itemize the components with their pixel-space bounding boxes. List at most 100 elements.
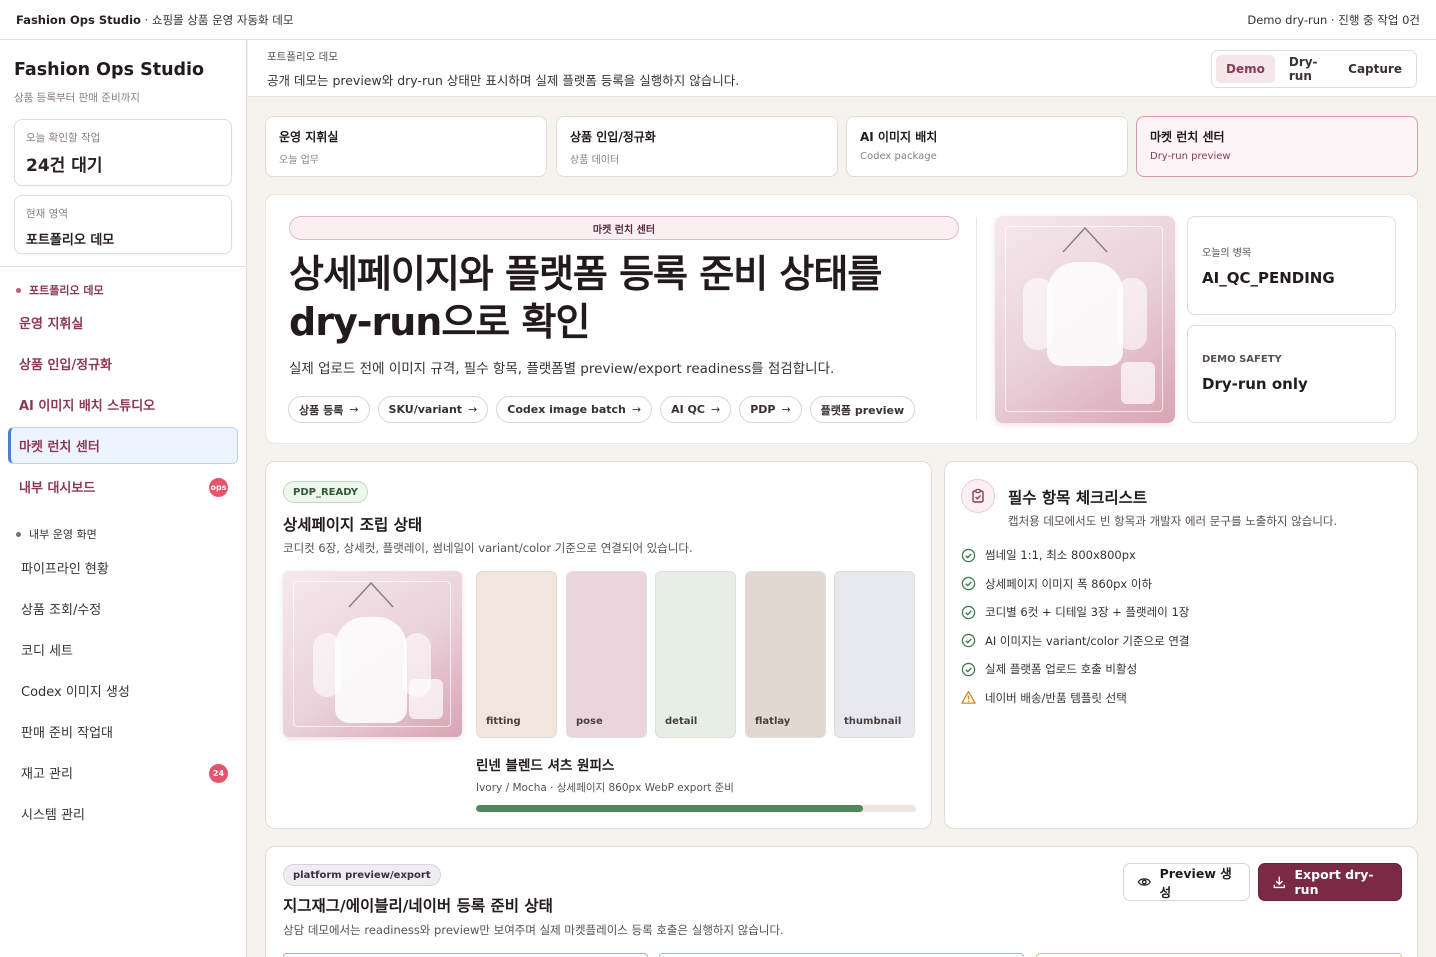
garment-body	[1047, 262, 1123, 366]
platform-description: 상담 데모에서는 readiness와 preview만 보여주며 실제 마켓플…	[283, 923, 784, 937]
current-area-label: 현재 영역	[26, 208, 68, 220]
demo-safety-label: DEMO SAFETY	[1202, 354, 1282, 365]
product-name: 린넨 블렌드 셔츠 원피스	[476, 758, 615, 774]
topbar-brand-name: Fashion Ops Studio	[16, 12, 141, 27]
mode-dryrun-button[interactable]: Dry-run	[1279, 55, 1334, 83]
bottleneck-value: AI_QC_PENDING	[1202, 269, 1335, 287]
nav-card-market-launch[interactable]: 마켓 런치 센터 Dry-run preview	[1136, 116, 1418, 177]
sidebar-item-system[interactable]: 시스템 관리	[8, 795, 238, 832]
swatch-pose[interactable]: pose	[566, 571, 647, 738]
hero-title-line2: dry-run으로 확인	[289, 300, 590, 344]
sidebar-item-codex-image[interactable]: Codex 이미지 생성	[8, 672, 238, 709]
preview-button-label: Preview 생성	[1159, 866, 1232, 900]
chip-product-register[interactable]: 상품 등록 →	[288, 396, 370, 423]
warning-icon	[961, 690, 976, 705]
sidebar-item-label: 운영 지휘실	[19, 317, 84, 332]
mode-capture-button[interactable]: Capture	[1338, 55, 1412, 83]
nav-card-title: AI 이미지 배치	[860, 130, 938, 144]
today-tasks-label: 오늘 확인할 작업	[26, 132, 101, 144]
chip-pdp[interactable]: PDP →	[739, 396, 802, 423]
sidebar-item-label: 상품 인입/정규화	[19, 358, 112, 373]
sidebar-item-label: AI 이미지 배치 스튜디오	[19, 399, 156, 414]
hero-pill: 마켓 런치 센터	[289, 216, 959, 240]
swatch-detail[interactable]: detail	[655, 571, 736, 738]
nav-card-product-intake[interactable]: 상품 인입/정규화 상품 데이터	[556, 116, 838, 177]
swatch-fitting[interactable]: fitting	[476, 571, 557, 738]
ops-badge: ops	[209, 478, 228, 497]
checklist-item: 썸네일 1:1, 최소 800x800px	[961, 547, 1136, 563]
sidebar-item-product-search[interactable]: 상품 조회/수정	[8, 590, 238, 627]
sidebar-divider	[0, 266, 247, 267]
arrow-right-icon: →	[781, 403, 791, 416]
arrow-right-icon: →	[468, 403, 478, 416]
top-bar: Fashion Ops Studio · 쇼핑몰 상품 운영 자동화 데모 De…	[0, 0, 1436, 40]
mode-switch: Demo Dry-run Capture	[1211, 50, 1417, 88]
sidebar-item-sales-workbench[interactable]: 판매 준비 작업대	[8, 713, 238, 750]
page-header: 포트폴리오 데모 공개 데모는 preview와 dry-run 상태만 표시하…	[248, 40, 1436, 97]
sidebar: Fashion Ops Studio 상품 등록부터 판매 준비까지 오늘 확인…	[0, 40, 247, 957]
sidebar-subtitle: 상품 등록부터 판매 준비까지	[14, 92, 140, 104]
checklist-item: 실제 플랫폼 업로드 호출 비활성	[961, 661, 1137, 677]
sidebar-item-ai-image-studio[interactable]: AI 이미지 배치 스튜디오	[8, 386, 238, 423]
pdp-title: 상세페이지 조립 상태	[283, 516, 423, 534]
check-circle-icon	[961, 633, 976, 648]
chip-ai-qc[interactable]: AI QC →	[660, 396, 732, 423]
sidebar-item-market-launch[interactable]: 마켓 런치 센터	[8, 427, 238, 464]
header-breadcrumb: 포트폴리오 데모	[267, 51, 338, 63]
sidebar-item-inventory[interactable]: 재고 관리 24	[8, 754, 238, 791]
checklist-item: 코디별 6컷 + 디테일 3장 + 플랫레이 1장	[961, 604, 1189, 620]
bottleneck-card: 오늘의 병목 AI_QC_PENDING	[1187, 216, 1396, 315]
hero-title: 상세페이지와 플랫폼 등록 준비 상태를 dry-run으로 확인	[289, 250, 969, 346]
pdp-progress-bar	[476, 805, 916, 812]
nav-card-sub: 상품 데이터	[570, 155, 620, 166]
sidebar-section-demo: 포트폴리오 데모	[16, 282, 104, 298]
swatch-thumbnail[interactable]: thumbnail	[834, 571, 915, 738]
current-area-card: 현재 영역 포트폴리오 데모	[14, 195, 232, 254]
sidebar-item-product-intake[interactable]: 상품 인입/정규화	[8, 345, 238, 382]
sidebar-item-label: 재고 관리	[21, 767, 73, 782]
swatch-flatlay[interactable]: flatlay	[745, 571, 826, 738]
platform-title: 지그재그/에이블리/네이버 등록 준비 상태	[283, 897, 553, 915]
chip-codex-batch[interactable]: Codex image batch →	[496, 396, 653, 423]
chip-platform-preview[interactable]: 플랫폼 preview	[809, 396, 916, 423]
fabric-swatch	[1121, 362, 1155, 404]
sidebar-item-command-center[interactable]: 운영 지휘실	[8, 304, 238, 341]
clipboard-check-icon	[961, 479, 995, 513]
demo-safety-value: Dry-run only	[1202, 375, 1308, 393]
sidebar-item-label: Codex 이미지 생성	[21, 685, 130, 700]
checklist-item: 상세페이지 이미지 폭 860px 이하	[961, 576, 1152, 592]
check-circle-icon	[961, 662, 976, 677]
pdp-progress-fill	[476, 805, 864, 812]
pdp-main-image[interactable]	[283, 571, 462, 737]
mode-demo-button[interactable]: Demo	[1216, 55, 1275, 83]
sidebar-item-coordi-set[interactable]: 코디 세트	[8, 631, 238, 668]
checklist-item-text: AI 이미지는 variant/color 기준으로 연결	[985, 633, 1190, 648]
today-tasks-card: 오늘 확인할 작업 24건 대기	[14, 119, 232, 186]
sidebar-section-internal-label: 내부 운영 화면	[29, 528, 97, 541]
chip-label: Codex image batch	[507, 403, 626, 416]
check-circle-icon	[961, 576, 976, 591]
sidebar-item-label: 코디 세트	[21, 644, 73, 659]
nav-card-ai-image[interactable]: AI 이미지 배치 Codex package	[846, 116, 1128, 177]
chip-label: PDP	[750, 403, 776, 416]
nav-card-command-center[interactable]: 운영 지휘실 오늘 업무	[265, 116, 547, 177]
pdp-panel: PDP_READY 상세페이지 조립 상태 코디컷 6장, 상세컷, 플랫레이,…	[265, 461, 932, 829]
inventory-count-badge: 24	[209, 764, 228, 783]
swatch-label: pose	[576, 716, 603, 727]
checklist-item-text: 코디별 6컷 + 디테일 3장 + 플랫레이 1장	[985, 605, 1190, 619]
pdp-description: 코디컷 6장, 상세컷, 플랫레이, 썸네일이 variant/color 기준…	[283, 541, 693, 555]
today-tasks-value: 24건 대기	[26, 156, 103, 176]
bottleneck-label: 오늘의 병목	[1202, 248, 1252, 259]
topbar-subtitle: · 쇼핑몰 상품 운영 자동화 데모	[140, 12, 294, 27]
nav-card-title: 운영 지휘실	[279, 130, 339, 144]
chip-sku-variant[interactable]: SKU/variant →	[377, 396, 489, 423]
nav-card-sub: 오늘 업무	[279, 155, 319, 166]
sidebar-item-label: 파이프라인 현황	[21, 562, 109, 577]
platform-badge: platform preview/export	[283, 864, 441, 886]
preview-button[interactable]: Preview 생성	[1123, 863, 1250, 901]
sidebar-item-pipeline[interactable]: 파이프라인 현황	[8, 549, 238, 586]
checklist-item-text: 네이버 배송/반품 템플릿 선택	[985, 690, 1127, 705]
export-dryrun-button[interactable]: Export dry-run	[1258, 863, 1402, 901]
sidebar-item-internal-dashboard[interactable]: 내부 대시보드 ops	[8, 468, 238, 505]
platform-card-strip	[283, 953, 648, 957]
